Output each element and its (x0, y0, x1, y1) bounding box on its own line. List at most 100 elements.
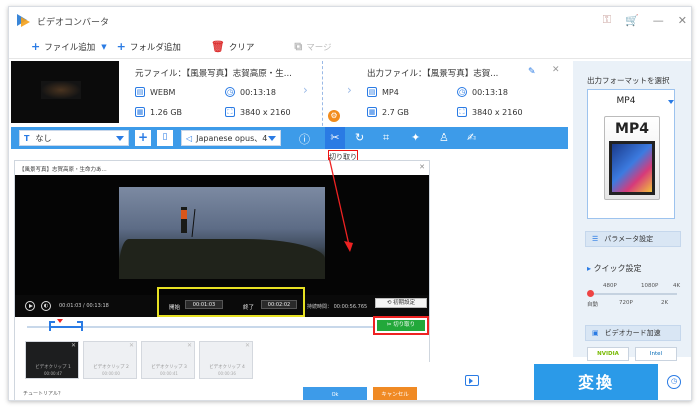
plus-icon: + (31, 40, 41, 53)
out-size: ▦ 2.7 GB (367, 107, 409, 117)
clip-item[interactable]: ✕ ビデオクリップ 4 00:00:36 (199, 341, 253, 379)
trim-start-handle[interactable] (49, 321, 55, 331)
clip-item[interactable]: ✕ ビデオクリップ 1 00:00:47 (25, 341, 79, 379)
reset-label: 初期設定 (393, 300, 416, 306)
remove-file-icon[interactable]: ✕ (552, 65, 560, 75)
play-icon[interactable] (25, 301, 35, 311)
cart-icon[interactable]: 🛒 (625, 14, 639, 27)
param-settings-label: パラメータ設定 (604, 235, 654, 243)
reset-button[interactable]: ⟲ 初期設定 (375, 298, 427, 308)
timeline[interactable] (27, 319, 427, 335)
chevron-down-icon[interactable]: ▼ (101, 43, 106, 51)
gpu-accel-button[interactable]: ▣ ビデオカード加速 (585, 325, 681, 341)
resolution-icon-out: ⛶ (457, 107, 467, 117)
trim-dialog: 【風景写真】志賀高原・生命力あ... ✕ ◐ 00:01:03 / 00:13:… (14, 160, 430, 400)
video-thumbnail[interactable] (11, 61, 119, 123)
clip-item[interactable]: ✕ ビデオクリップ 3 00:00:41 (141, 341, 195, 379)
quality-slider-thumb[interactable] (587, 290, 594, 297)
alarm-clock-icon[interactable]: ◷ (667, 375, 681, 389)
step-icon[interactable]: ◐ (41, 301, 51, 311)
clip-time: 00:00:00 (102, 371, 120, 376)
clip-label: ビデオクリップ 4 (209, 365, 245, 370)
arrow-right-icon-2: › (347, 83, 352, 97)
clear-label: クリア (228, 42, 255, 53)
mp4-icon-text: MP4 (615, 121, 649, 137)
timecode: 00:01:03 / 00:13:18 (59, 303, 109, 309)
src-duration: ◷ 00:13:18 (225, 87, 276, 97)
merge-icon: ⧉ (294, 39, 303, 53)
video-frame (119, 187, 325, 279)
convert-button[interactable]: 変換 (534, 364, 658, 400)
subtitle-edit-icon[interactable]: ✍ (467, 131, 476, 144)
out-resolution: ⛶ 3840 x 2160 (457, 107, 523, 117)
close-window-icon[interactable]: ✕ (678, 14, 687, 27)
range-highlight (157, 287, 305, 317)
playhead[interactable] (57, 319, 63, 323)
photographer-figure (181, 207, 187, 233)
src-resolution: ⛶ 3840 x 2160 (225, 107, 291, 117)
resolution-icon: ⛶ (225, 107, 235, 117)
clip-time: 00:00:36 (218, 371, 236, 376)
cut-button[interactable]: ✂ 切り取り (377, 320, 425, 331)
edit-icon[interactable]: ✎ (528, 67, 536, 77)
ok-button[interactable]: Ok (303, 387, 367, 400)
intel-badge[interactable]: Intel (635, 347, 677, 361)
add-folder-label: フォルダ追加 (129, 42, 181, 53)
clear-button[interactable]: 🗑 クリア (211, 40, 254, 53)
gear-icon[interactable]: ⚙ (328, 110, 340, 122)
output-file-label: 出力ファイル：【風景写真】志賀... (367, 69, 499, 79)
clip-duration: 持続時間： 00:00:56.765 (307, 304, 368, 310)
clip-time: 00:00:47 (44, 371, 62, 376)
format-icon: ▤ (135, 87, 145, 97)
out-format: ▤ MP4 (367, 87, 399, 97)
trash-icon: 🗑 (210, 40, 225, 53)
arrow-right-icon: › (303, 83, 308, 97)
sliders-icon: ☰ (592, 235, 599, 243)
cancel-button[interactable]: キャンセル (373, 387, 417, 400)
nvidia-badge[interactable]: NVIDIA (587, 347, 629, 361)
quick-settings: ▸ クイック設定 (587, 264, 642, 273)
speaker-icon: ◁ (186, 133, 193, 143)
clip-remove-icon[interactable]: ✕ (71, 342, 76, 349)
app-title: ビデオコンバータ (37, 17, 110, 28)
output-panel: 出力フォーマットを選択 MP4 MP4 ☰ パラメータ設定 ▸ クイック設定 4… (573, 61, 691, 361)
key-icon[interactable]: ⚿ (603, 13, 611, 27)
info-icon[interactable]: ⓘ (299, 131, 310, 147)
parameter-settings-button[interactable]: ☰ パラメータ設定 (585, 231, 681, 247)
quality-slider[interactable] (589, 293, 677, 295)
minimize-icon[interactable]: — (653, 14, 664, 27)
trim-end-handle[interactable] (77, 321, 83, 331)
subtitle-select[interactable]: T なし (19, 130, 129, 146)
clip-remove-icon[interactable]: ✕ (129, 342, 134, 349)
add-file-button[interactable]: + ファイル追加 ▼ (31, 40, 107, 53)
tutorial-link[interactable]: チュートリアル？ (23, 390, 63, 397)
edit-bar: T なし + ▯ ◁ Japanese opus、4 ⓘ ✂ ↻ ⌗ ✦ ♙ ✍ (11, 127, 568, 149)
crop-icon[interactable]: ⌗ (383, 131, 389, 145)
clip-label: ビデオクリップ 1 (35, 365, 71, 370)
open-folder-icon[interactable] (465, 375, 479, 386)
subtitle-value: なし (35, 133, 52, 143)
divider (322, 61, 323, 131)
bottom-bar: 変換 ◷ (429, 362, 691, 400)
subtitle-settings-button[interactable]: ▯ (157, 130, 173, 146)
audio-value: Japanese opus、4 (196, 133, 268, 143)
video-preview[interactable] (15, 175, 429, 295)
merge-button[interactable]: ⧉ マージ (294, 40, 331, 54)
format-icon-out: ▤ (367, 87, 377, 97)
add-folder-button[interactable]: + フォルダ追加 (117, 40, 181, 53)
cut-icon[interactable]: ✂ (325, 127, 345, 149)
src-format: ▤ WEBM (135, 87, 176, 97)
clip-item[interactable]: ✕ ビデオクリップ 2 00:00:00 (83, 341, 137, 379)
dialog-title: 【風景写真】志賀高原・生命力あ... (19, 167, 107, 173)
clip-time: 00:00:41 (160, 371, 178, 376)
effects-icon[interactable]: ✦ (411, 131, 420, 144)
clip-remove-icon[interactable]: ✕ (245, 342, 250, 349)
watermark-icon[interactable]: ♙ (439, 131, 449, 144)
clip-remove-icon[interactable]: ✕ (187, 342, 192, 349)
add-subtitle-button[interactable]: + (135, 130, 151, 146)
dialog-close-icon[interactable]: ✕ (419, 163, 425, 171)
format-selector[interactable]: MP4 MP4 (587, 89, 675, 219)
rotate-icon[interactable]: ↻ (355, 131, 364, 144)
audio-select[interactable]: ◁ Japanese opus、4 (181, 130, 281, 146)
folder-plus-icon: + (116, 40, 126, 53)
